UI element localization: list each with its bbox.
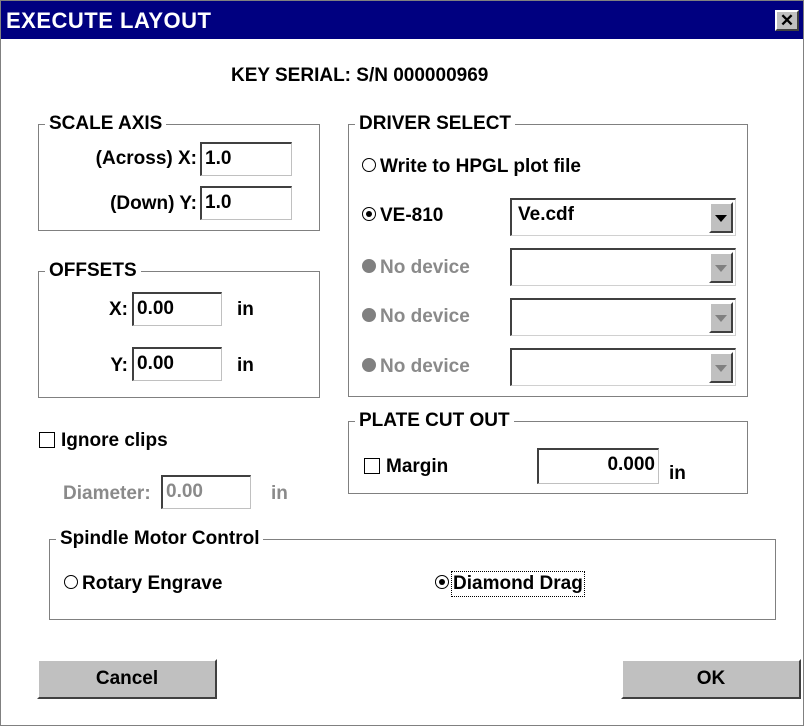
driver-device-1-label: No device xyxy=(380,257,470,278)
driver-hpgl-radio[interactable] xyxy=(362,158,376,172)
driver-device-2-radio xyxy=(362,308,376,322)
plate-cut-out-title: PLATE CUT OUT xyxy=(359,410,510,431)
offset-y-input[interactable]: 0.00 xyxy=(132,347,222,381)
scale-x-label: (Across) X: xyxy=(95,148,197,169)
offset-x-label: X: xyxy=(109,299,128,320)
ignore-clips-checkbox[interactable] xyxy=(39,432,55,448)
chevron-down-icon[interactable] xyxy=(709,202,733,233)
title-bar: EXECUTE LAYOUT ✕ xyxy=(1,1,803,39)
driver-device-1-radio xyxy=(362,259,376,273)
driver-hpgl-label: Write to HPGL plot file xyxy=(380,156,581,177)
spindle-motor-title: Spindle Motor Control xyxy=(60,528,260,549)
scale-y-input[interactable]: 1.0 xyxy=(200,186,292,220)
driver-ve810-select[interactable]: Ve.cdf xyxy=(510,198,736,236)
diamond-drag-label: Diamond Drag xyxy=(451,571,585,597)
offset-x-unit: in xyxy=(237,299,254,320)
margin-checkbox[interactable] xyxy=(364,458,380,474)
scale-y-label: (Down) Y: xyxy=(110,193,197,214)
chevron-down-icon xyxy=(709,252,733,283)
driver-device-3-label: No device xyxy=(380,356,470,377)
offset-y-label: Y: xyxy=(110,355,128,376)
driver-select-title: DRIVER SELECT xyxy=(359,113,512,134)
ok-button[interactable]: OK xyxy=(621,659,801,699)
driver-ve810-label: VE-810 xyxy=(380,205,444,226)
chevron-down-icon xyxy=(709,352,733,383)
rotary-engrave-radio[interactable] xyxy=(64,575,78,589)
offset-y-unit: in xyxy=(237,355,254,376)
driver-ve810-value: Ve.cdf xyxy=(518,204,574,225)
ignore-clips-label: Ignore clips xyxy=(61,430,168,451)
cancel-button[interactable]: Cancel xyxy=(37,659,217,699)
driver-device-3-radio xyxy=(362,358,376,372)
scale-x-input[interactable]: 1.0 xyxy=(200,142,292,176)
close-button[interactable]: ✕ xyxy=(775,10,799,31)
chevron-down-icon xyxy=(709,302,733,333)
key-serial-label: KEY SERIAL: S/N 000000969 xyxy=(231,65,489,86)
driver-ve810-radio[interactable] xyxy=(362,207,376,221)
margin-input[interactable]: 0.000 xyxy=(537,448,659,484)
driver-device-1-select xyxy=(510,248,736,286)
driver-device-3-select xyxy=(510,348,736,386)
close-icon: ✕ xyxy=(779,11,795,30)
diameter-input: 0.00 xyxy=(161,475,251,509)
window-title: EXECUTE LAYOUT xyxy=(6,8,212,33)
margin-unit: in xyxy=(669,463,686,484)
diameter-label: Diameter: xyxy=(63,483,151,504)
driver-device-2-select xyxy=(510,298,736,336)
margin-label: Margin xyxy=(386,456,449,477)
offsets-title: OFFSETS xyxy=(49,260,137,281)
offset-x-input[interactable]: 0.00 xyxy=(132,292,222,326)
diameter-unit: in xyxy=(271,483,288,504)
execute-layout-dialog: EXECUTE LAYOUT ✕ KEY SERIAL: S/N 0000009… xyxy=(0,0,804,726)
scale-axis-title: SCALE AXIS xyxy=(49,113,163,134)
rotary-engrave-label: Rotary Engrave xyxy=(82,573,223,594)
driver-device-2-label: No device xyxy=(380,306,470,327)
diamond-drag-radio[interactable] xyxy=(435,575,449,589)
